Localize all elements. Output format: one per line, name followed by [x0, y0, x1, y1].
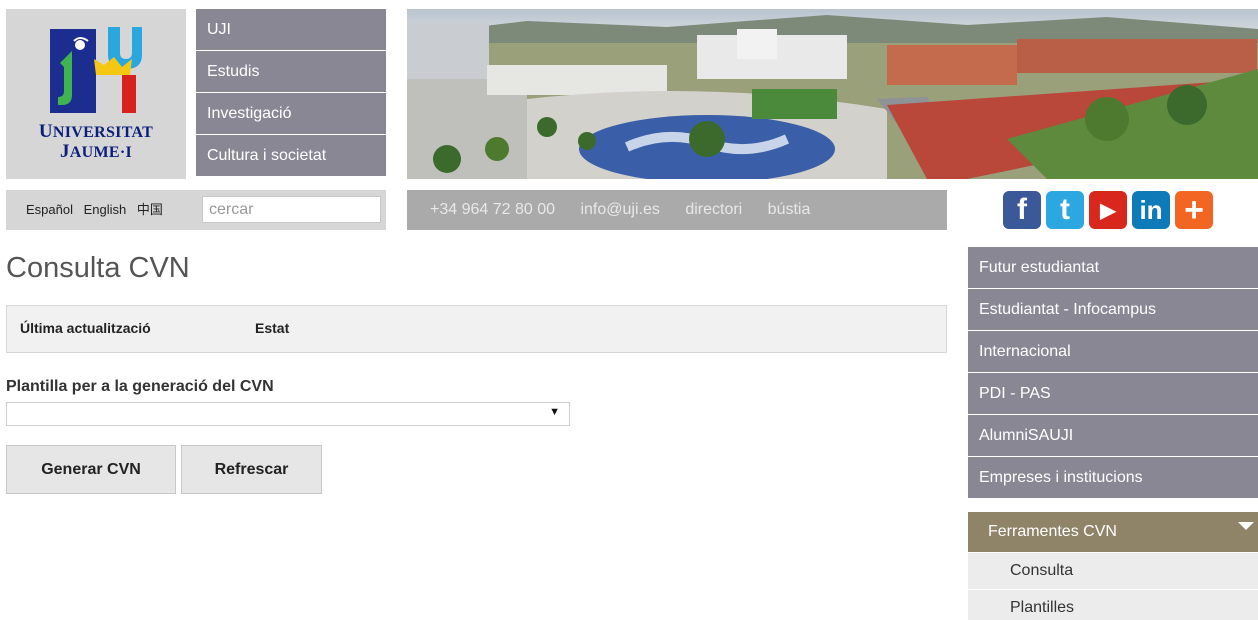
university-logo[interactable]: UNIVERSITAT JAUME·I [6, 9, 186, 179]
sidebar-item-empreses[interactable]: Empreses i institucions [968, 457, 1258, 498]
generate-cvn-button[interactable]: Generar CVN [6, 445, 176, 494]
topnav-item-investigacio[interactable]: Investigació [196, 93, 386, 134]
uji-logo-icon [50, 27, 142, 113]
language-selector: Español English 中国 [26, 199, 170, 218]
directory-link[interactable]: directori [685, 201, 742, 218]
status-table-header: Última actualització Estat [6, 305, 947, 353]
column-header-status: Estat [255, 320, 290, 336]
sidebar-item-estudiantat-infocampus[interactable]: Estudiantat - Infocampus [968, 289, 1258, 330]
sidebar-item-alumnisauji[interactable]: AlumniSAUJI [968, 415, 1258, 456]
sidebar-item-internacional[interactable]: Internacional [968, 331, 1258, 372]
column-header-last-update: Última actualització [20, 320, 151, 336]
sidebar-item-futur-estudiantat[interactable]: Futur estudiantat [968, 247, 1258, 288]
language-link-es[interactable]: Español [26, 202, 73, 217]
tools-item-consulta[interactable]: Consulta [968, 553, 1258, 589]
dropdown-arrow-icon: ▼ [549, 406, 560, 418]
logo-wordmark-line1: UNIVERSITAT [38, 121, 154, 142]
logo-wordmark-line2: JAUME·I [59, 141, 133, 162]
top-navigation: UJI Estudis Investigació Cultura i socie… [196, 9, 386, 177]
language-link-en[interactable]: English [84, 202, 127, 217]
topnav-item-uji[interactable]: UJI [196, 9, 386, 50]
sidebar-item-pdi-pas[interactable]: PDI - PAS [968, 373, 1258, 414]
template-select[interactable]: ▼ [6, 402, 570, 426]
contact-phone[interactable]: +34 964 72 80 00 [430, 201, 555, 218]
topnav-item-cultura[interactable]: Cultura i societat [196, 135, 386, 176]
language-search-bar: Español English 中国 [6, 190, 386, 230]
topnav-item-estudis[interactable]: Estudis [196, 51, 386, 92]
contact-bar: +34 964 72 80 00 info@uji.es directori b… [407, 190, 947, 230]
mailbox-link[interactable]: bústia [768, 201, 811, 218]
search-input[interactable] [202, 196, 381, 223]
share-plus-icon[interactable]: + [1175, 191, 1213, 229]
facebook-icon[interactable]: f [1003, 191, 1041, 229]
page-title: Consulta CVN [6, 252, 190, 284]
linkedin-icon[interactable]: in [1132, 191, 1170, 229]
sidebar-navigation: Futur estudiantat Estudiantat - Infocamp… [968, 247, 1258, 499]
campus-banner-image [407, 9, 1258, 179]
refresh-button[interactable]: Refrescar [181, 445, 322, 494]
twitter-icon[interactable]: t [1046, 191, 1084, 229]
cvn-tools-title: Ferramentes CVN [988, 523, 1117, 540]
contact-email-link[interactable]: info@uji.es [580, 201, 659, 218]
tools-item-plantilles[interactable]: Plantilles [968, 590, 1258, 620]
cvn-tools-menu: Ferramentes CVN Consulta Plantilles [968, 512, 1258, 620]
youtube-icon[interactable]: ▶ [1089, 191, 1127, 229]
social-links: f t ▶ in + [1003, 191, 1213, 229]
language-link-zh[interactable]: 中国 [137, 202, 163, 217]
cvn-tools-header[interactable]: Ferramentes CVN [968, 512, 1258, 552]
template-select-label: Plantilla per a la generació del CVN [6, 378, 274, 395]
expand-triangle-icon [1238, 522, 1254, 530]
